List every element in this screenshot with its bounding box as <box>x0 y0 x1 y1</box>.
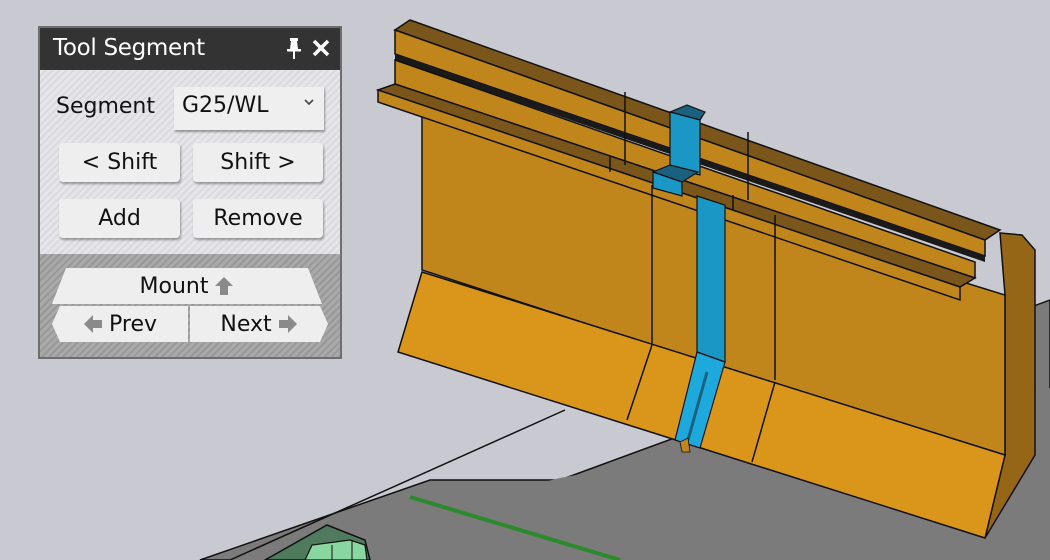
next-label: Next <box>220 311 272 337</box>
prev-label: Prev <box>109 311 157 337</box>
arrow-up-icon <box>215 277 234 295</box>
mount-button[interactable]: Mount <box>52 268 322 304</box>
prev-button[interactable]: Prev <box>52 306 188 342</box>
shift-left-button[interactable]: < Shift <box>59 143 180 182</box>
panel-titlebar[interactable]: Tool Segment <box>40 28 340 70</box>
segment-select[interactable]: G25/WL <box>174 87 324 130</box>
segment-value: G25/WL <box>182 93 269 118</box>
panel-title: Tool Segment <box>53 35 205 61</box>
remove-button[interactable]: Remove <box>193 199 323 238</box>
mount-label: Mount <box>139 273 209 299</box>
next-button[interactable]: Next <box>190 306 328 342</box>
close-icon[interactable] <box>311 38 331 58</box>
add-button[interactable]: Add <box>59 199 180 238</box>
arrow-left-icon <box>84 315 102 333</box>
shift-right-button[interactable]: Shift > <box>193 143 323 182</box>
segment-label: Segment <box>56 94 155 119</box>
arrow-right-icon <box>278 315 297 333</box>
pin-icon[interactable] <box>286 37 302 59</box>
chevron-down-icon <box>304 99 314 106</box>
tool-segment-panel: Tool Segment Segment G25/WL < Shift Shif… <box>38 26 342 359</box>
